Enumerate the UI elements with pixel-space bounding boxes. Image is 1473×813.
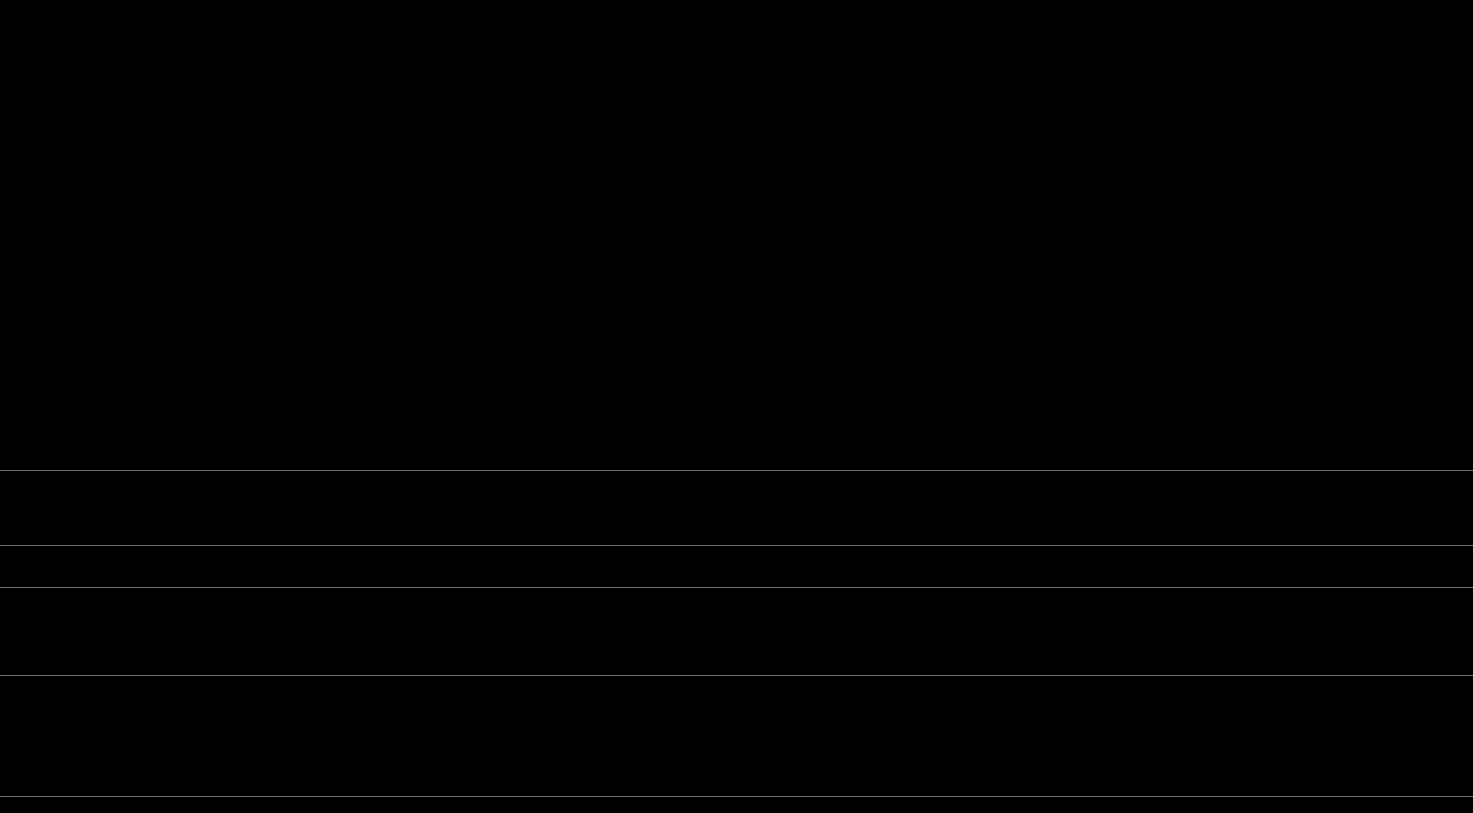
panel-separator[interactable] <box>0 545 1473 546</box>
stoch-histogram-canvas[interactable] <box>0 546 1473 587</box>
panel-separator[interactable] <box>0 470 1473 471</box>
symbol-name <box>6 695 18 707</box>
symbol-label <box>6 695 18 707</box>
multi-info-panel <box>0 676 1473 796</box>
mt4-chart-window <box>0 0 1473 813</box>
laguerre-indicator-canvas[interactable] <box>0 588 1473 675</box>
panel-separator[interactable] <box>0 587 1473 588</box>
panel-separator[interactable] <box>0 675 1473 676</box>
main-price-chart[interactable] <box>0 0 1473 470</box>
macd-indicator-canvas[interactable] <box>0 471 1473 545</box>
time-axis[interactable] <box>0 797 1473 813</box>
panel-separator[interactable] <box>0 796 1473 797</box>
